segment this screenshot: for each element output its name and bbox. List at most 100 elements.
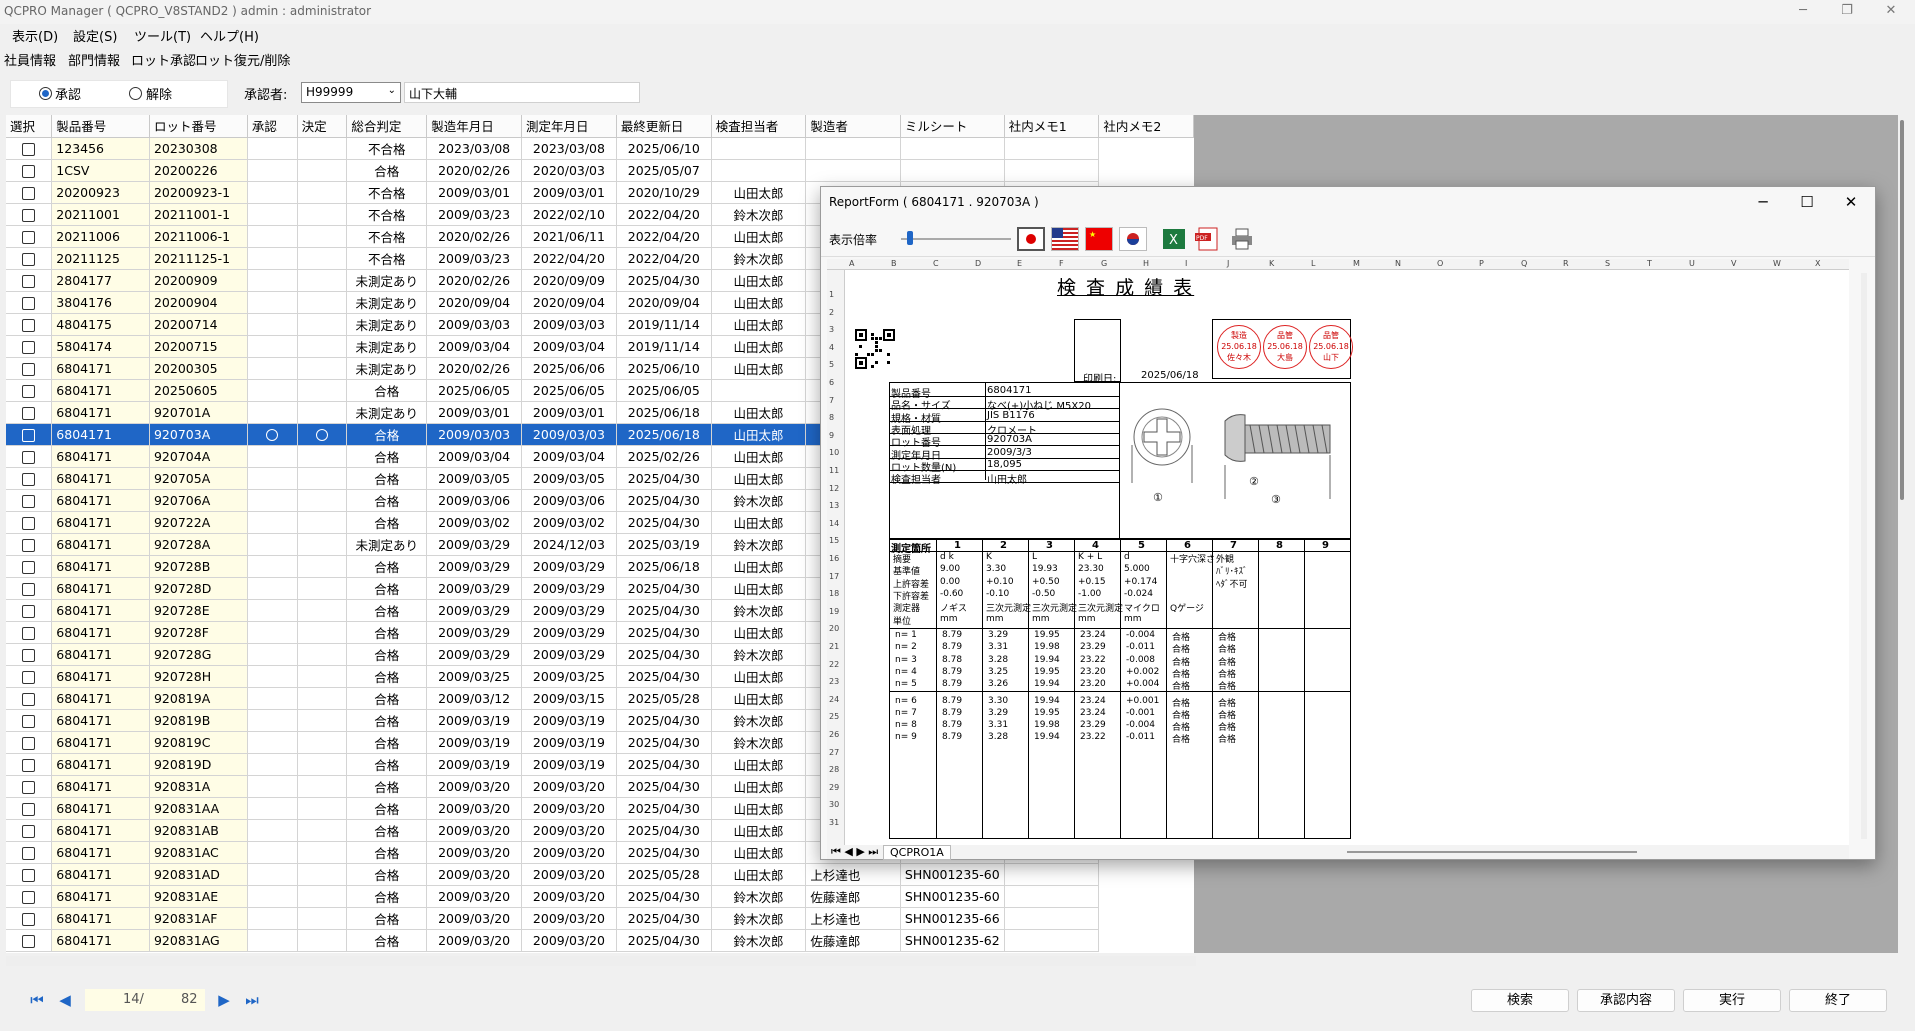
- table-cell[interactable]: 合格: [346, 445, 428, 468]
- table-cell[interactable]: [297, 181, 348, 204]
- row-checkbox-cell[interactable]: [6, 489, 53, 512]
- table-cell[interactable]: [247, 511, 298, 534]
- table-cell[interactable]: 2009/03/25: [521, 665, 617, 688]
- tab-lot-restore[interactable]: ロット復元/削除: [195, 50, 290, 69]
- table-cell[interactable]: [297, 863, 348, 886]
- horizontal-scrollbar[interactable]: [6, 956, 1196, 966]
- table-cell[interactable]: 2009/03/29: [426, 555, 523, 578]
- table-cell[interactable]: [297, 423, 348, 446]
- row-checkbox[interactable]: [22, 890, 36, 904]
- row-checkbox[interactable]: [22, 472, 36, 486]
- table-cell[interactable]: SHN001235-60: [900, 863, 1005, 886]
- table-cell[interactable]: [247, 533, 298, 556]
- table-cell[interactable]: 6804171: [51, 687, 150, 710]
- table-cell[interactable]: 鈴木次郎: [711, 599, 807, 622]
- row-checkbox-cell[interactable]: [6, 357, 53, 380]
- table-cell[interactable]: 未測定あり: [346, 401, 428, 424]
- table-cell[interactable]: 合格: [346, 775, 428, 798]
- table-cell[interactable]: 920831AA: [149, 797, 248, 820]
- table-cell[interactable]: 6804171: [51, 709, 150, 732]
- table-cell[interactable]: 2025/04/30: [616, 907, 712, 930]
- table-cell[interactable]: [247, 555, 298, 578]
- table-cell[interactable]: 2025/05/07: [616, 159, 712, 182]
- table-cell[interactable]: 2025/04/30: [616, 621, 712, 644]
- table-cell[interactable]: 2009/03/20: [521, 841, 617, 864]
- table-cell[interactable]: [297, 511, 348, 534]
- table-cell[interactable]: SHN001235-60: [900, 885, 1005, 908]
- table-cell[interactable]: 2009/03/29: [426, 533, 523, 556]
- table-cell[interactable]: 合格: [346, 841, 428, 864]
- table-cell[interactable]: 2025/04/30: [616, 269, 712, 292]
- table-cell[interactable]: [247, 401, 298, 424]
- table-cell[interactable]: [247, 467, 298, 490]
- table-cell[interactable]: [711, 159, 807, 182]
- table-cell[interactable]: 920728D: [149, 577, 248, 600]
- row-checkbox[interactable]: [22, 802, 36, 816]
- table-cell[interactable]: 2009/03/29: [521, 643, 617, 666]
- table-cell[interactable]: 2009/03/02: [426, 511, 523, 534]
- table-cell[interactable]: 6804171: [51, 665, 150, 688]
- table-cell[interactable]: 123456: [51, 137, 150, 160]
- table-cell[interactable]: [247, 379, 298, 402]
- table-cell[interactable]: 2009/03/29: [426, 599, 523, 622]
- table-cell[interactable]: 合格: [346, 885, 428, 908]
- table-cell[interactable]: [247, 863, 298, 886]
- table-cell[interactable]: 6804171: [51, 599, 150, 622]
- table-cell[interactable]: 山田太郎: [711, 511, 807, 534]
- table-cell[interactable]: 2009/03/23: [426, 247, 523, 270]
- row-checkbox[interactable]: [22, 494, 36, 508]
- table-cell[interactable]: 合格: [346, 731, 428, 754]
- table-cell[interactable]: 2009/03/01: [521, 401, 617, 424]
- table-cell[interactable]: 2009/03/20: [426, 885, 523, 908]
- table-row[interactable]: 6804171 920831AF 合格 2009/03/20 2009/03/20 202…: [6, 907, 1194, 930]
- table-cell[interactable]: 2009/03/04: [521, 335, 617, 358]
- table-cell[interactable]: [247, 423, 298, 446]
- table-cell[interactable]: 920831A: [149, 775, 248, 798]
- table-cell[interactable]: [1004, 863, 1100, 886]
- table-cell[interactable]: 上杉達也: [805, 863, 901, 886]
- table-cell[interactable]: [297, 599, 348, 622]
- table-cell[interactable]: 合格: [346, 753, 428, 776]
- maximize-icon[interactable]: ❐: [1824, 0, 1870, 24]
- table-cell[interactable]: 2025/04/30: [616, 665, 712, 688]
- table-cell[interactable]: 2009/03/20: [426, 841, 523, 864]
- table-cell[interactable]: 合格: [346, 599, 428, 622]
- table-cell[interactable]: 未測定あり: [346, 269, 428, 292]
- row-checkbox-cell[interactable]: [6, 621, 53, 644]
- table-cell[interactable]: [247, 577, 298, 600]
- menu-settings[interactable]: 設定(S): [73, 26, 117, 45]
- table-cell[interactable]: 2009/03/20: [426, 819, 523, 842]
- table-cell[interactable]: 2025/06/05: [521, 379, 617, 402]
- table-cell[interactable]: 3804176: [51, 291, 150, 314]
- row-checkbox-cell[interactable]: [6, 731, 53, 754]
- table-cell[interactable]: 2009/03/20: [521, 885, 617, 908]
- table-cell[interactable]: [297, 643, 348, 666]
- sheet-nav-icons[interactable]: ⏮ ◀ ▶ ⏭: [831, 845, 878, 859]
- table-cell[interactable]: 鈴木次郎: [711, 489, 807, 512]
- table-cell[interactable]: 未測定あり: [346, 335, 428, 358]
- table-cell[interactable]: 920728A: [149, 533, 248, 556]
- row-checkbox-cell[interactable]: [6, 247, 53, 270]
- table-cell[interactable]: 20200909: [149, 269, 248, 292]
- table-cell[interactable]: 山田太郎: [711, 577, 807, 600]
- row-checkbox-cell[interactable]: [6, 819, 53, 842]
- table-cell[interactable]: 6804171: [51, 379, 150, 402]
- table-cell[interactable]: 2009/03/19: [521, 709, 617, 732]
- table-cell[interactable]: 2009/03/29: [521, 621, 617, 644]
- row-checkbox[interactable]: [22, 186, 36, 200]
- table-cell[interactable]: 山田太郎: [711, 555, 807, 578]
- table-cell[interactable]: [297, 225, 348, 248]
- table-cell[interactable]: 合格: [346, 379, 428, 402]
- table-cell[interactable]: [297, 841, 348, 864]
- row-checkbox[interactable]: [22, 670, 36, 684]
- table-cell[interactable]: 6804171: [51, 555, 150, 578]
- table-cell[interactable]: 2025/06/05: [616, 379, 712, 402]
- table-cell[interactable]: 鈴木次郎: [711, 203, 807, 226]
- table-cell[interactable]: 合格: [346, 555, 428, 578]
- table-cell[interactable]: SHN001235-66: [900, 907, 1005, 930]
- table-cell[interactable]: 山田太郎: [711, 819, 807, 842]
- row-checkbox[interactable]: [22, 626, 36, 640]
- table-cell[interactable]: 6804171: [51, 731, 150, 754]
- table-cell[interactable]: 2009/03/05: [426, 467, 523, 490]
- table-cell[interactable]: 山田太郎: [711, 687, 807, 710]
